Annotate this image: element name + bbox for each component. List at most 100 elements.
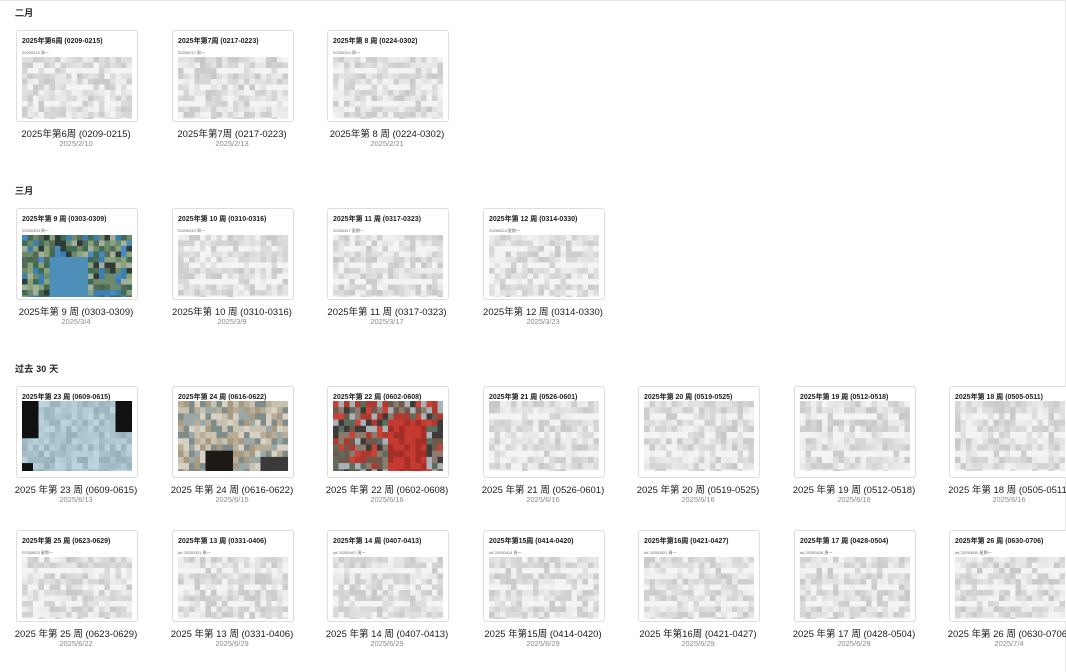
thumbnail-pixel [511,290,517,296]
thumbnail-pixel [211,262,217,269]
note-thumbnail[interactable]: 2025年第7周 (0217-0223) 20250217 周一 [172,30,294,122]
thumbnail-pixel [577,584,583,591]
thumbnail-pixel [344,573,350,580]
note-thumbnail[interactable]: 2025年第 20 周 (0519-0525) [638,386,760,478]
note-thumbnail[interactable]: 2025年第 13 周 (0331-0406) ## 20250331 周一 [172,530,294,622]
thumbnail-pixel [899,601,905,607]
thumbnail-pixel [404,579,411,585]
thumbnail-pixel [527,463,534,470]
thumbnail-pixel [560,562,567,569]
note-thumbnail[interactable]: 2025年第6周 (0209-0215) 20250210 周一 [16,30,138,122]
thumbnail-pixel [660,438,667,445]
note-thumbnail[interactable]: 2025年第 9 周 (0303-0309) 20250303 周一 [16,208,138,300]
thumbnail-pixel [999,568,1005,574]
thumbnail-pixel [349,117,356,119]
thumbnail-pixel [233,257,239,263]
thumbnail-pixel [238,290,245,296]
thumbnail-pixel [333,413,339,420]
note-thumbnail[interactable]: 2025年第 18 周 (0505-0511) [949,386,1066,478]
note-thumbnail[interactable]: 2025年第 25 周 (0623-0629) 20250623 星期一 [16,530,138,622]
thumbnail-pixel [677,413,683,420]
thumbnail-pixel [410,595,416,602]
thumbnail-pixel [527,469,534,471]
thumbnail-pixel [44,407,50,414]
note-thumbnail[interactable]: 2025年第 11 周 (0317-0323) 20250317 星期一 [327,208,449,300]
thumbnail-pixel [260,444,267,452]
thumbnail-pixel [238,284,245,291]
thumbnail-pixel [800,401,806,408]
thumbnail-pixel [410,235,416,241]
note-thumbnail[interactable]: 2025年第 8 周 (0224-0302) 20250224 周一 [327,30,449,122]
thumbnail-pixel [360,262,367,269]
note-thumbnail[interactable]: 2025年第 24 周 (0616-0622) [172,386,294,478]
thumbnail-pixel [494,262,501,269]
thumbnail-pixel [571,268,578,274]
thumbnail-pixel [77,407,83,414]
thumbnail-pixel [522,606,528,613]
thumbnail-pixel [1032,463,1038,470]
note-thumbnail[interactable]: 2025年第 10 周 (0310-0316) 20250310 周一 [172,208,294,300]
thumbnail-pixel [260,573,267,580]
thumbnail-pixel [355,425,361,433]
thumbnail-pixel [404,273,411,280]
thumbnail-pixel [71,101,78,107]
note-thumbnail[interactable]: 2025年第 19 周 (0512-0518) [794,386,916,478]
thumbnail-pixel [282,590,288,596]
note-thumbnail[interactable]: 2025年第 14 周 (0407-0413) ## 20250407 周一 [327,530,449,622]
thumbnail-pixel [666,612,672,618]
note-thumbnail[interactable]: 2025年第16周 (0421-0427) ## 20250421 周一 [638,530,760,622]
note-thumbnail[interactable]: 2025年第 21 周 (0526-0601) [483,386,605,478]
thumbnail-pixel [399,290,405,296]
thumbnail-pixel [588,425,594,433]
thumbnail-pixel [382,584,389,591]
note-thumbnail[interactable]: 2025年第 23 周 (0609-0615) [16,386,138,478]
thumbnail-pixel [737,584,744,591]
note-thumbnail[interactable]: 2025年第 26 周 (0630-0706) ## 20250630 星期一 [949,530,1066,622]
thumbnail-pixel [88,562,94,569]
thumbnail-pixel [655,419,661,427]
thumbnail-pixel [805,401,812,408]
note-thumbnail[interactable]: 2025年第 17 周 (0428-0504) ## 20250428 周一 [794,530,916,622]
thumbnail-pixel [360,268,367,274]
thumbnail-pixel [44,251,50,258]
thumbnail-pixel [22,112,28,118]
thumbnail-pixel [904,617,910,619]
thumbnail-pixel [77,68,83,74]
thumbnail-pixel [426,262,433,269]
thumbnail-pixel [88,273,94,280]
thumbnail-pixel [183,112,190,118]
thumbnail-pixel [560,579,567,585]
thumbnail-pixel [126,251,132,258]
thumbnail-pixel [60,279,67,285]
thumbnail-pixel [844,456,850,464]
section-title: 过去 30 天 [15,364,59,374]
thumbnail-pixel [566,432,572,439]
thumbnail-pixel [866,469,872,471]
thumbnail-pixel [205,419,212,427]
note-thumbnail[interactable]: 2025年第15周 (0414-0420) ## 20250414 周一 [483,530,605,622]
thumbnail-pixel [277,106,283,113]
thumbnail-pixel [800,579,806,585]
note-thumbnail[interactable]: 2025年第 12 周 (0314-0330) 20250324 星期一 [483,208,605,300]
thumbnail-pixel [104,601,111,607]
thumbnail-pixel [194,606,201,613]
thumbnail-pixel [266,562,272,569]
thumbnail-pixel [271,568,278,574]
thumbnail-pixel [27,101,34,107]
thumbnail-pixel [99,557,105,563]
thumbnail-pixel [66,273,72,280]
thumbnail-pixel [877,612,883,618]
thumbnail-pixel [816,590,823,596]
thumbnail-pixel [88,290,94,296]
thumbnail-pixel [693,401,700,408]
thumbnail-pixel [577,590,583,596]
thumbnail-pixel [421,425,427,433]
thumbnail-pixel [860,469,867,471]
thumbnail-pixel [693,432,700,439]
thumbnail-pixel [277,235,283,241]
thumbnail-pixel [388,401,394,408]
thumbnail-pixel [38,407,45,414]
thumbnail-pixel [533,590,539,596]
note-thumbnail[interactable]: 2025年第 22 周 (0602-0608) [327,386,449,478]
thumbnail-pixel [205,579,212,585]
